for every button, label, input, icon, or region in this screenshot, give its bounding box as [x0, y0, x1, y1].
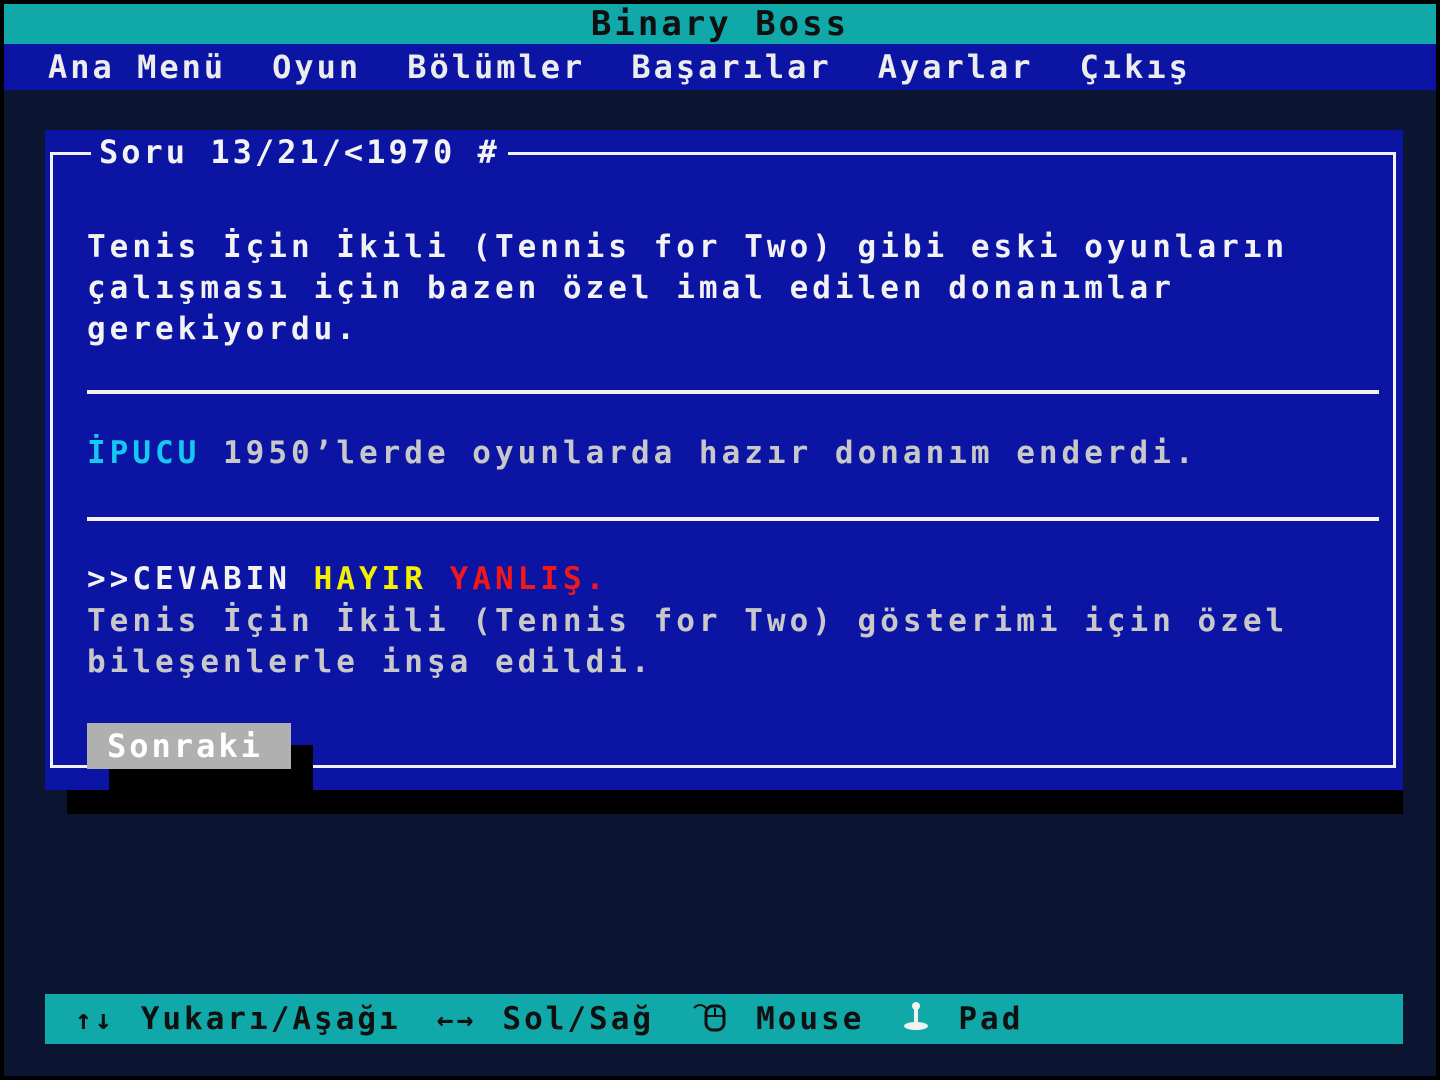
joystick-icon	[900, 1000, 932, 1039]
up-down-arrows-icon: ↑↓	[75, 1002, 115, 1036]
question-header: Soru 13/21/<1970 #	[91, 130, 508, 174]
menu-item-levels[interactable]: Bölümler	[407, 48, 585, 86]
hint-text: 1950’lerde oyunlarda hazır donanım ender…	[223, 435, 1198, 471]
menu-bar: Ana Menü Oyun Bölümler Başarılar Ayarlar…	[4, 44, 1436, 90]
explanation-text: Tenis İçin İkili (Tennis for Two) göster…	[87, 603, 1289, 680]
dos-screen: Binary Boss Ana Menü Oyun Bölümler Başar…	[4, 4, 1436, 1076]
status-label: Mouse	[756, 1001, 865, 1037]
divider	[87, 390, 1379, 394]
hint-label: İPUCU	[87, 435, 201, 471]
status-hint-pad: Pad	[900, 1000, 1023, 1039]
menu-item-settings[interactable]: Ayarlar	[878, 48, 1034, 86]
result-answer: HAYIR	[313, 561, 427, 597]
status-label: Sol/Sağ	[502, 1001, 655, 1037]
status-hint-left-right: ←→ Sol/Sağ	[437, 1001, 654, 1037]
left-right-arrows-icon: ←→	[436, 1002, 477, 1036]
status-hint-mouse: Mouse	[690, 1000, 864, 1039]
status-hint-up-down: ↑↓ Yukarı/Aşağı	[75, 1001, 401, 1037]
status-label: Yukarı/Aşağı	[140, 1001, 401, 1037]
result-prompt: >>CEVABIN	[87, 561, 291, 597]
window-title: Binary Boss	[4, 4, 1436, 44]
divider	[87, 517, 1379, 521]
menu-item-exit[interactable]: Çıkış	[1080, 48, 1191, 86]
menu-item-main-menu[interactable]: Ana Menü	[48, 48, 226, 86]
result-verdict: YANLIŞ.	[449, 561, 609, 597]
menu-item-achievements[interactable]: Başarılar	[631, 48, 831, 86]
mouse-icon	[690, 1000, 730, 1039]
question-dialog: Tenis İçin İkili (Tennis for Two) gibi e…	[45, 130, 1403, 791]
question-text: Tenis İçin İkili (Tennis for Two) gibi e…	[87, 229, 1289, 347]
menu-item-game[interactable]: Oyun	[272, 48, 361, 86]
hint-line: İPUCU 1950’lerde oyunlarda hazır donanım…	[87, 433, 1198, 474]
dialog-frame: Tenis İçin İkili (Tennis for Two) gibi e…	[50, 152, 1396, 791]
status-label: Pad	[958, 1001, 1024, 1037]
result-line: >>CEVABIN HAYIR YANLIŞ.	[87, 559, 608, 600]
next-button[interactable]: Sonraki	[87, 723, 291, 769]
status-bar: ↑↓ Yukarı/Aşağı ←→ Sol/Sağ Mouse Pad	[45, 994, 1403, 1044]
